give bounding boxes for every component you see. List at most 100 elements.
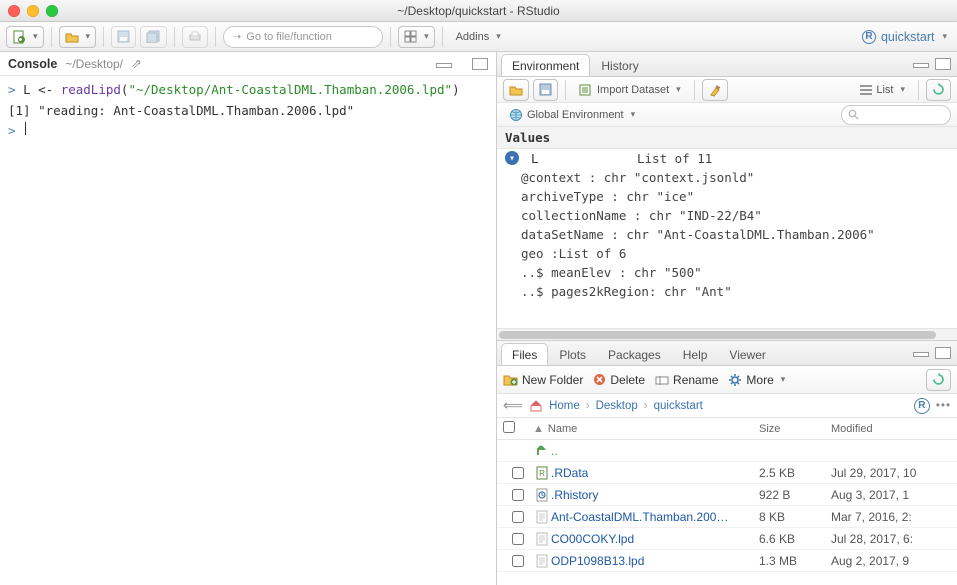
tab-history[interactable]: History — [590, 54, 649, 76]
col-name[interactable]: Name — [548, 423, 577, 435]
pane-minimize-button[interactable] — [436, 58, 452, 70]
col-size[interactable]: Size — [759, 423, 831, 435]
refresh-files-button[interactable] — [926, 369, 951, 391]
delete-icon — [593, 373, 606, 386]
env-var-name: L — [531, 151, 629, 166]
env-variable-list[interactable]: Values ▾ L List of 11 @context : chr "co… — [497, 127, 957, 328]
more-menu[interactable]: More▾ — [728, 373, 785, 387]
rename-icon — [655, 374, 669, 386]
env-scope-bar: Global Environment▾ — [497, 103, 957, 127]
project-menu[interactable]: R quickstart ▾ — [862, 30, 951, 44]
crumb-desktop[interactable]: Desktop — [596, 400, 638, 412]
minimize-window-button[interactable] — [27, 5, 39, 17]
tab-environment[interactable]: Environment — [501, 54, 590, 76]
search-icon — [848, 109, 859, 120]
nav-back-icon[interactable]: ⟸ — [503, 397, 523, 414]
globe-icon — [509, 108, 523, 122]
file-checkbox[interactable] — [512, 555, 524, 567]
zoom-window-button[interactable] — [46, 5, 58, 17]
file-checkbox[interactable] — [512, 489, 524, 501]
files-toolbar: New Folder Delete Rename More▾ — [497, 366, 957, 394]
file-name[interactable]: CO00COKY.lpd — [551, 532, 759, 546]
close-window-button[interactable] — [8, 5, 20, 17]
file-checkbox[interactable] — [512, 511, 524, 523]
file-row[interactable]: .Rhistory922 BAug 3, 2017, 1 — [497, 484, 957, 506]
import-icon — [579, 84, 593, 96]
file-table-header: ▲ Name Size Modified — [497, 418, 957, 440]
file-name[interactable]: Ant-CoastalDML.Thamban.200… — [551, 510, 759, 524]
pane-maximize-button[interactable] — [935, 58, 951, 70]
tab-plots[interactable]: Plots — [548, 343, 597, 365]
new-folder-button[interactable]: New Folder — [503, 373, 583, 387]
delete-button[interactable]: Delete — [593, 373, 645, 387]
refresh-env-button[interactable] — [926, 79, 951, 101]
tab-files[interactable]: Files — [501, 343, 548, 365]
project-icon: R — [862, 30, 876, 44]
file-size: 2.5 KB — [759, 466, 831, 480]
crumb-quickstart[interactable]: quickstart — [654, 400, 703, 412]
env-variable-row[interactable]: ▾ L List of 11 — [497, 149, 957, 168]
env-scrollbar[interactable] — [497, 328, 957, 340]
new-folder-label: New Folder — [522, 373, 583, 387]
view-mode-toggle[interactable]: List▾ — [854, 79, 911, 101]
file-size: 1.3 MB — [759, 554, 831, 568]
file-name[interactable]: ODP1098B13.lpd — [551, 554, 759, 568]
print-button[interactable] — [182, 26, 208, 48]
console-tab-label: Console — [8, 57, 57, 71]
console-input-func: readLipd — [61, 82, 121, 97]
import-dataset-button[interactable]: Import Dataset▾ — [573, 79, 687, 101]
console-output[interactable]: > L <- readLipd("~/Desktop/Ant-CoastalDM… — [0, 76, 496, 585]
tab-help[interactable]: Help — [672, 343, 719, 365]
list-icon — [860, 85, 872, 95]
env-detail-row: geo :List of 6 — [497, 244, 957, 263]
env-tabs: Environment History — [497, 52, 957, 77]
sort-asc-icon[interactable]: ▲ — [533, 423, 544, 435]
crumb-home[interactable]: Home — [549, 400, 580, 412]
col-modified[interactable]: Modified — [831, 423, 951, 435]
save-all-button[interactable] — [140, 26, 167, 48]
pane-maximize-button[interactable] — [472, 58, 488, 70]
more-options-button[interactable]: ••• — [936, 400, 951, 412]
select-all-checkbox[interactable] — [503, 421, 515, 433]
tab-viewer[interactable]: Viewer — [718, 343, 776, 365]
rename-button[interactable]: Rename — [655, 373, 718, 387]
home-icon[interactable] — [529, 399, 543, 412]
clear-workspace-button[interactable] — [702, 79, 728, 101]
addins-menu[interactable]: Addins ▾ — [450, 26, 507, 48]
open-file-button[interactable]: ▾ — [59, 26, 97, 48]
file-name[interactable]: .Rhistory — [551, 488, 759, 502]
project-icon[interactable]: R — [914, 398, 930, 414]
file-checkbox[interactable] — [512, 467, 524, 479]
popout-icon[interactable]: ⇗ — [131, 56, 142, 72]
files-breadcrumb: ⟸ Home› Desktop› quickstart R ••• — [497, 394, 957, 418]
env-scope-select[interactable]: Global Environment▾ — [503, 104, 641, 126]
file-modified: Aug 2, 2017, 9 — [831, 554, 951, 568]
folder-plus-icon — [503, 373, 518, 386]
file-list[interactable]: .. R.RData2.5 KBJul 29, 2017, 10.Rhistor… — [497, 440, 957, 585]
file-checkbox[interactable] — [512, 533, 524, 545]
file-row[interactable]: Ant-CoastalDML.Thamban.200…8 KBMar 7, 20… — [497, 506, 957, 528]
tab-packages[interactable]: Packages — [597, 343, 672, 365]
grid-view-button[interactable]: ▾ — [398, 26, 435, 48]
file-modified: Jul 28, 2017, 6: — [831, 532, 951, 546]
pane-maximize-button[interactable] — [935, 347, 951, 359]
pane-minimize-button[interactable] — [913, 347, 929, 359]
env-detail-row: ..$ meanElev : chr "500" — [497, 263, 957, 282]
save-workspace-button[interactable] — [533, 79, 558, 101]
expand-icon[interactable]: ▾ — [505, 151, 519, 165]
parent-dir-row[interactable]: .. — [497, 440, 957, 462]
env-search-input[interactable] — [841, 105, 951, 125]
traffic-lights — [8, 5, 58, 17]
file-name[interactable]: .RData — [551, 466, 759, 480]
env-detail-row: archiveType : chr "ice" — [497, 187, 957, 206]
load-workspace-button[interactable] — [503, 79, 529, 101]
goto-placeholder: Go to file/function — [246, 31, 332, 43]
file-row[interactable]: R.RData2.5 KBJul 29, 2017, 10 — [497, 462, 957, 484]
file-row[interactable]: ODP1098B13.lpd1.3 MBAug 2, 2017, 9 — [497, 550, 957, 572]
new-file-button[interactable]: ▾ — [6, 26, 44, 48]
file-row[interactable]: CO00COKY.lpd6.6 KBJul 28, 2017, 6: — [497, 528, 957, 550]
pane-minimize-button[interactable] — [913, 58, 929, 70]
go-to-file-input[interactable]: ➝ Go to file/function — [223, 26, 383, 48]
save-button[interactable] — [111, 26, 136, 48]
env-var-summary: List of 11 — [637, 151, 712, 166]
